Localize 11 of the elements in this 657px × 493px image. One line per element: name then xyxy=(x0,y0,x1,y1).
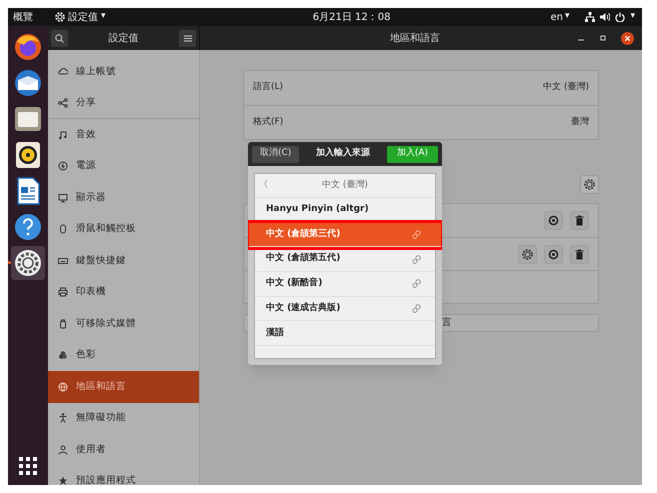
sidebar-title: 設定值 xyxy=(108,32,138,46)
caret-icon: ▾ xyxy=(101,10,106,24)
list-heading: 中文 (臺灣) xyxy=(322,178,368,192)
caret-icon: ▾ xyxy=(630,10,635,24)
window-title: 地區和語言 xyxy=(390,32,440,46)
setting-value: 中文 (臺灣) xyxy=(543,81,589,94)
setting-label: 語言(L) xyxy=(253,81,284,94)
dialog-title: 加入輸入來源 xyxy=(316,147,370,160)
caret-icon: ▾ xyxy=(564,10,570,24)
setting-value: 臺灣 xyxy=(571,116,589,129)
setting-label: 格式(F) xyxy=(253,116,284,129)
